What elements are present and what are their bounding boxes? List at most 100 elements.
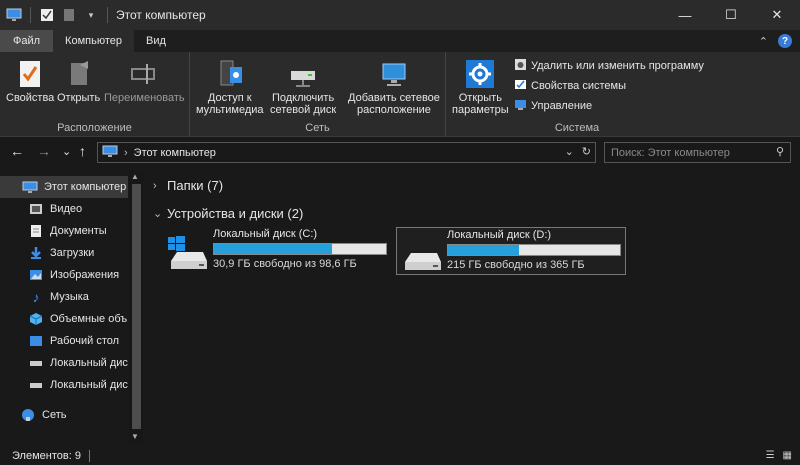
quick-access-toolbar: ▾ bbox=[0, 0, 110, 30]
refresh-icon[interactable]: ↻ bbox=[582, 145, 591, 158]
devices-group-header[interactable]: ⌄ Устройства и диски (2) bbox=[153, 206, 303, 221]
status-separator bbox=[88, 450, 90, 462]
scroll-down-arrow-icon[interactable]: ▼ bbox=[131, 432, 139, 441]
sidebar-item-downloads[interactable]: Загрузки bbox=[0, 242, 128, 264]
system-properties-label: Свойства системы bbox=[531, 80, 627, 92]
properties-label: Свойства bbox=[6, 92, 55, 104]
collapse-chevron-icon[interactable]: ⌄ bbox=[153, 207, 167, 220]
breadcrumb-this-pc[interactable]: Этот компьютер bbox=[134, 147, 216, 159]
open-icon bbox=[63, 58, 95, 90]
navigation-pane: Этот компьютер Видео Документы Загрузки … bbox=[0, 170, 143, 445]
navigation-scrollbar[interactable]: ▲ ▼ bbox=[129, 170, 143, 445]
add-network-location-button[interactable]: Добавить сетевое расположение bbox=[348, 58, 440, 116]
search-placeholder: Поиск: Этот компьютер bbox=[611, 146, 730, 159]
computer-icon bbox=[102, 145, 118, 161]
open-settings-button[interactable]: Открыть параметры bbox=[452, 58, 509, 116]
sidebar-item-this-pc[interactable]: Этот компьютер bbox=[0, 176, 128, 198]
scrollbar-thumb[interactable] bbox=[132, 184, 141, 429]
drive-tile-c[interactable]: Локальный диск (C:) 30,9 ГБ свободно из … bbox=[163, 227, 391, 275]
map-network-drive-button[interactable]: Подключить сетевой диск bbox=[270, 58, 336, 116]
sidebar-item-3d-objects[interactable]: Объемные объ bbox=[0, 308, 128, 330]
sidebar-item-video[interactable]: Видео bbox=[0, 198, 128, 220]
drive-icon bbox=[401, 236, 443, 275]
drive-tile-d[interactable]: Локальный диск (D:) 215 ГБ свободно из 3… bbox=[396, 227, 626, 275]
forward-button[interactable]: → bbox=[37, 143, 51, 159]
item-count: Элементов: 9 bbox=[12, 450, 81, 462]
tab-file[interactable]: Файл bbox=[0, 30, 54, 52]
properties-check-icon[interactable] bbox=[39, 7, 55, 23]
window-title: Этот компьютер bbox=[116, 8, 206, 22]
close-button[interactable]: ✕ bbox=[754, 0, 800, 30]
sidebar-item-label: Документы bbox=[50, 225, 107, 237]
media-access-label-1: Доступ к bbox=[207, 92, 252, 104]
sidebar-item-documents[interactable]: Документы bbox=[0, 220, 128, 242]
minimize-button[interactable]: — bbox=[662, 0, 708, 30]
settings-gear-icon bbox=[464, 58, 496, 90]
computer-icon[interactable] bbox=[6, 7, 22, 23]
sidebar-item-local-disk-c[interactable]: Локальный дис bbox=[0, 352, 128, 374]
sidebar-item-label: Этот компьютер bbox=[44, 181, 127, 193]
3d-objects-icon bbox=[28, 312, 44, 326]
large-icons-view-icon[interactable]: ▦ bbox=[783, 450, 792, 461]
manage-button[interactable]: Управление bbox=[514, 98, 592, 114]
ribbon-group-system: Открыть параметры Удалить или изменить п… bbox=[446, 52, 708, 137]
folders-group-header[interactable]: › Папки (7) bbox=[153, 178, 223, 193]
drive-usage-bar bbox=[447, 244, 621, 256]
breadcrumb-chevron[interactable]: › bbox=[124, 147, 128, 159]
properties-button[interactable]: Свойства bbox=[6, 58, 54, 104]
sidebar-item-music[interactable]: ♪ Музыка bbox=[0, 286, 128, 308]
open-label: Открыть bbox=[57, 92, 101, 104]
search-icon[interactable]: ⚲ bbox=[776, 145, 784, 158]
programs-icon bbox=[514, 58, 527, 74]
sidebar-item-desktop[interactable]: Рабочий стол bbox=[0, 330, 128, 352]
tab-computer[interactable]: Компьютер bbox=[53, 30, 134, 52]
open-button[interactable]: Открыть bbox=[57, 58, 100, 104]
rename-icon bbox=[128, 58, 160, 90]
uninstall-program-button[interactable]: Удалить или изменить программу bbox=[514, 58, 704, 74]
group-label-location: Расположение bbox=[57, 122, 132, 134]
customize-qat-icon[interactable]: ▾ bbox=[83, 7, 99, 23]
sidebar-item-network[interactable]: Сеть bbox=[0, 404, 128, 426]
system-properties-button[interactable]: Свойства системы bbox=[514, 78, 626, 94]
content-pane: › Папки (7) ⌄ Устройства и диски (2) Лок… bbox=[145, 170, 800, 445]
ribbon-group-network: Доступ к мультимедиа Подключить сетевой … bbox=[190, 52, 446, 137]
tab-view[interactable]: Вид bbox=[134, 30, 178, 52]
media-access-label-2: мультимедиа bbox=[196, 104, 264, 116]
sidebar-item-local-disk-d[interactable]: Локальный дис bbox=[0, 374, 128, 396]
folders-header-label: Папки (7) bbox=[167, 178, 224, 193]
downloads-icon bbox=[28, 246, 44, 260]
drive-name: Локальный диск (C:) bbox=[213, 228, 318, 240]
recent-locations-button[interactable]: ⌄ bbox=[62, 145, 71, 158]
details-view-icon[interactable]: ☰ bbox=[766, 450, 775, 461]
drive-free-space: 30,9 ГБ свободно из 98,6 ГБ bbox=[213, 258, 357, 270]
toolbar-separator bbox=[107, 7, 108, 23]
group-label-system: Система bbox=[554, 122, 600, 134]
drive-icon bbox=[28, 378, 44, 392]
map-drive-label-2: сетевой диск bbox=[270, 104, 337, 116]
pictures-icon bbox=[28, 268, 44, 282]
title-bar: ▾ Этот компьютер — ☐ ✕ bbox=[0, 0, 800, 30]
sidebar-item-label: Сеть bbox=[42, 409, 67, 421]
manage-label: Управление bbox=[531, 100, 593, 112]
address-dropdown-icon[interactable]: ⌄ bbox=[565, 145, 574, 158]
open-settings-label-2: параметры bbox=[452, 104, 509, 116]
address-bar[interactable]: › Этот компьютер ⌄ ↻ bbox=[97, 142, 596, 163]
media-access-button[interactable]: Доступ к мультимедиа bbox=[196, 58, 264, 116]
manage-icon bbox=[514, 98, 527, 114]
ribbon-controls: ⌃ ? bbox=[759, 30, 792, 52]
sidebar-item-pictures[interactable]: Изображения bbox=[0, 264, 128, 286]
up-button[interactable]: ↑ bbox=[79, 143, 86, 159]
scroll-up-arrow-icon[interactable]: ▲ bbox=[131, 172, 139, 181]
desktop-icon bbox=[28, 334, 44, 348]
rename-button[interactable]: Переименовать bbox=[104, 58, 185, 104]
help-icon[interactable]: ? bbox=[778, 34, 792, 48]
navigation-bar: ← → ⌄ ↑ › Этот компьютер ⌄ ↻ Поиск: Этот… bbox=[0, 138, 800, 166]
collapse-ribbon-icon[interactable]: ⌃ bbox=[759, 35, 768, 48]
expand-chevron-icon[interactable]: › bbox=[153, 180, 167, 192]
computer-icon bbox=[22, 180, 38, 194]
new-folder-icon[interactable] bbox=[61, 7, 77, 23]
search-input[interactable]: Поиск: Этот компьютер ⚲ bbox=[604, 142, 791, 163]
toolbar-separator bbox=[30, 7, 31, 23]
maximize-button[interactable]: ☐ bbox=[708, 0, 754, 30]
back-button[interactable]: ← bbox=[10, 143, 24, 159]
